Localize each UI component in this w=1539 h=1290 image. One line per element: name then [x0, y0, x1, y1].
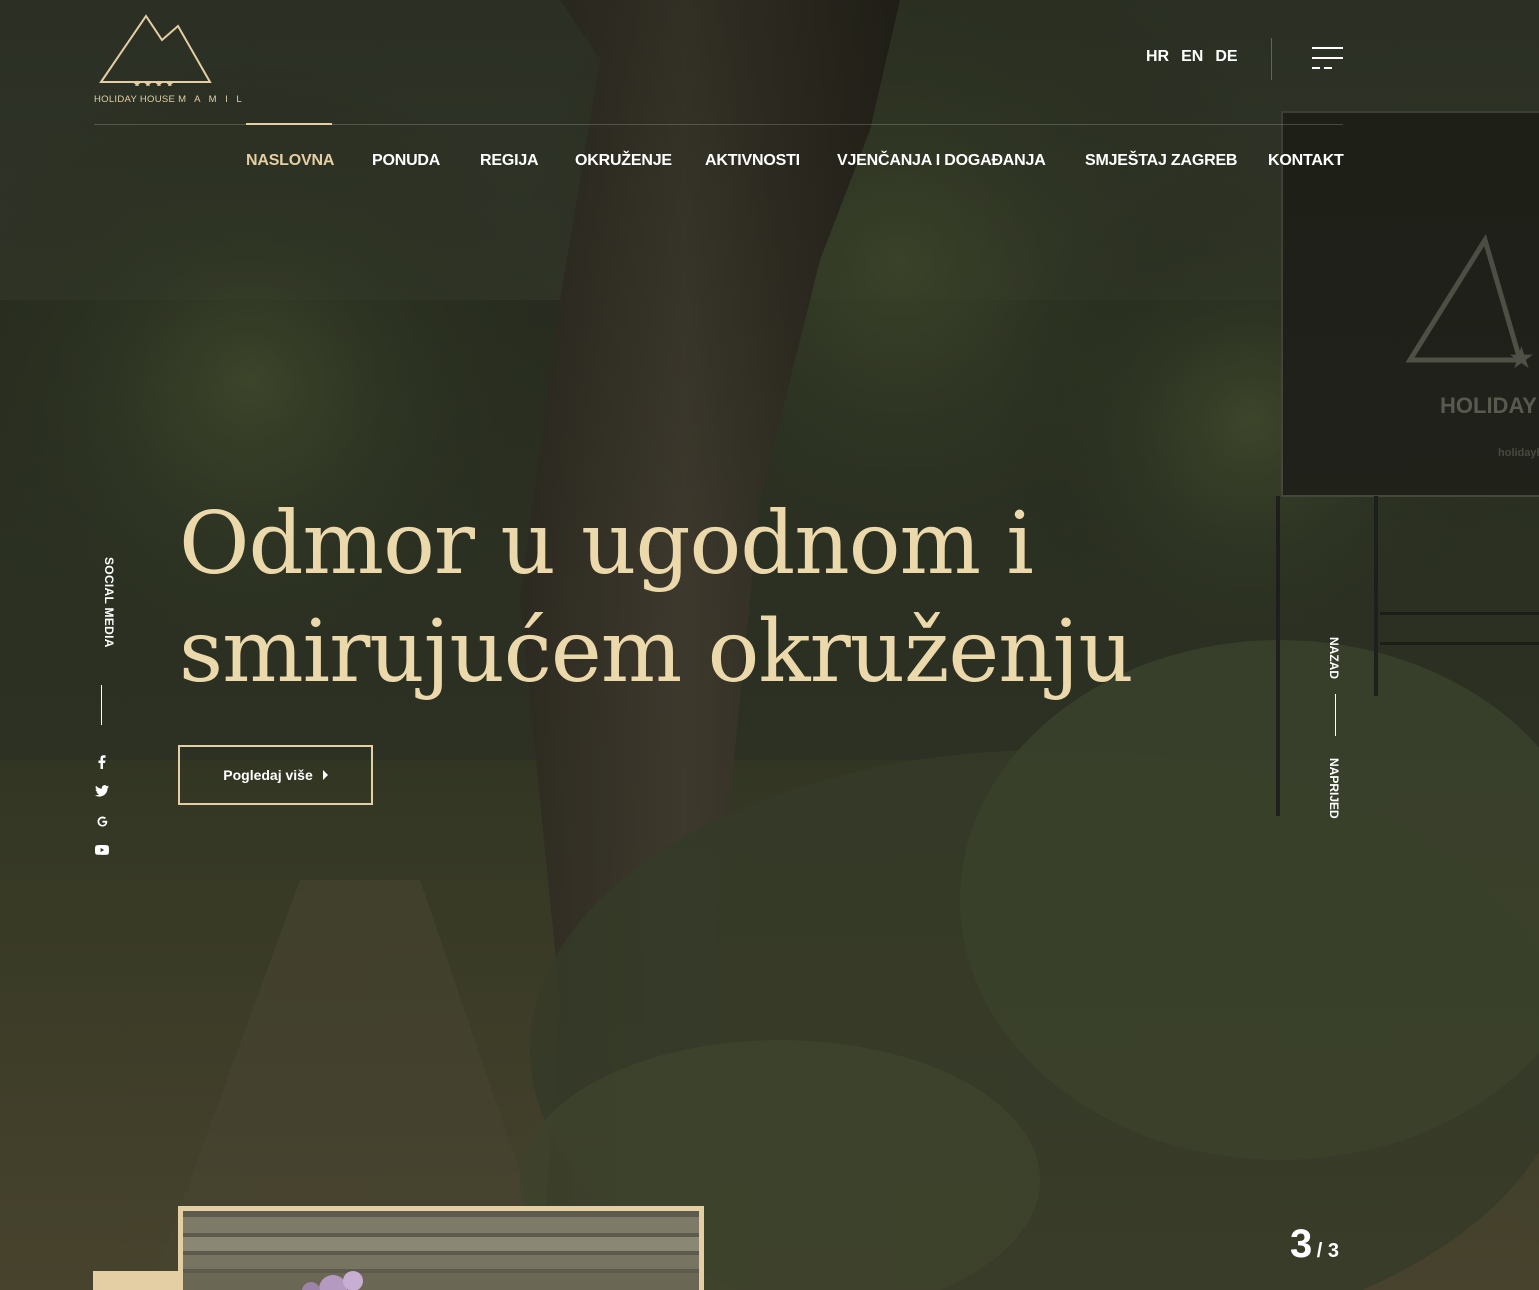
logo-text: HOLIDAY HOUSE M A M I L — [94, 94, 242, 105]
nav-item-naslovna[interactable]: NASLOVNA — [246, 152, 334, 170]
logo-stars: ★ ★ ★ ★ — [133, 80, 174, 86]
social-media-label: SOCIAL MEDIA — [102, 557, 116, 648]
view-more-button[interactable]: Pogledaj više — [178, 745, 373, 805]
google-icon[interactable] — [94, 815, 110, 831]
hero-headline-line1: Odmor u ugodnom i — [179, 494, 1034, 594]
thumbnail-accent-block — [93, 1271, 181, 1290]
lang-hr[interactable]: HR — [1146, 48, 1169, 66]
thumbnail-image — [183, 1211, 699, 1290]
nav-active-indicator — [246, 123, 332, 125]
slide-current: 3 — [1290, 1222, 1313, 1266]
view-more-label: Pogledaj više — [223, 767, 313, 783]
social-divider — [101, 685, 102, 725]
slider-next-button[interactable]: NAPRIJED — [1327, 758, 1341, 819]
nav-item-okruzenje[interactable]: OKRUŽENJE — [575, 152, 672, 170]
language-switcher: HR EN DE — [1146, 48, 1238, 66]
hero-headline: Odmor u ugodnom i smirujućem okruženju — [179, 490, 1179, 706]
lang-en[interactable]: EN — [1181, 48, 1203, 66]
header-divider — [1271, 38, 1272, 80]
logo-brand-surname: M A M I L — [178, 94, 245, 105]
slider-divider — [1335, 694, 1336, 736]
youtube-icon[interactable] — [94, 845, 110, 861]
slide-total: / 3 — [1316, 1240, 1339, 1262]
social-icons — [94, 755, 110, 875]
slider-prev-button[interactable]: NAZAD — [1327, 637, 1341, 679]
logo-brand-name: HOLIDAY HOUSE — [94, 94, 176, 105]
nav-item-smjestaj-zagreb[interactable]: SMJEŠTAJ ZAGREB — [1085, 152, 1237, 170]
nav-item-ponuda[interactable]: PONUDA — [372, 152, 440, 170]
lang-de[interactable]: DE — [1215, 48, 1237, 66]
twitter-icon[interactable] — [94, 785, 110, 801]
mountain-logo-icon: ★ ★ ★ ★ — [99, 14, 212, 86]
hero-headline-line2: smirujućem okruženju — [179, 602, 1134, 702]
main-nav: NASLOVNA PONUDA REGIJA OKRUŽENJE AKTIVNO… — [0, 152, 1539, 174]
nav-item-aktivnosti[interactable]: AKTIVNOSTI — [705, 152, 800, 170]
menu-icon[interactable] — [1312, 47, 1344, 71]
facebook-icon[interactable] — [94, 755, 110, 771]
nav-item-vjencanja[interactable]: VJENČANJA I DOGAĐANJA — [837, 152, 1046, 170]
site-logo[interactable]: ★ ★ ★ ★ HOLIDAY HOUSE M A M I L — [94, 14, 242, 106]
slide-counter: 3 / 3 — [1290, 1222, 1339, 1267]
caret-right-icon — [322, 770, 328, 780]
nav-item-regija[interactable]: REGIJA — [480, 152, 539, 170]
nav-item-kontakt[interactable]: KONTAKT — [1268, 152, 1344, 170]
slide-thumbnail[interactable] — [178, 1206, 704, 1290]
